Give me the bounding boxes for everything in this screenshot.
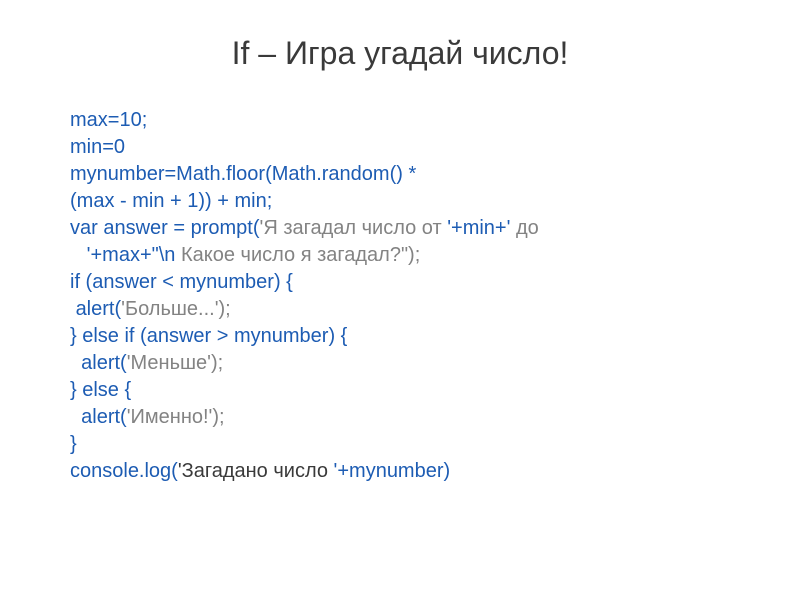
code-line: max=10; [70,107,730,134]
code-line: min=0 [70,134,730,161]
code-line: alert('Больше...'); [70,296,730,323]
code-line: } else if (answer > mynumber) { [70,323,730,350]
code-line: mynumber=Math.floor(Math.random() * [70,161,730,188]
code-line: alert('Именно!'); [70,404,730,431]
slide-title: If – Игра угадай число! [70,35,730,72]
code-line: var answer = prompt('Я загадал число от … [70,215,730,242]
code-line: if (answer < mynumber) { [70,269,730,296]
code-line: } [70,431,730,458]
code-line: } else { [70,377,730,404]
code-line: (max - min + 1)) + min; [70,188,730,215]
code-line: '+max+"\n Какое число я загадал?"); [70,242,730,269]
code-line: alert('Меньше'); [70,350,730,377]
code-block: max=10; min=0 mynumber=Math.floor(Math.r… [70,107,730,485]
code-line: console.log('Загадано число '+mynumber) [70,458,730,485]
